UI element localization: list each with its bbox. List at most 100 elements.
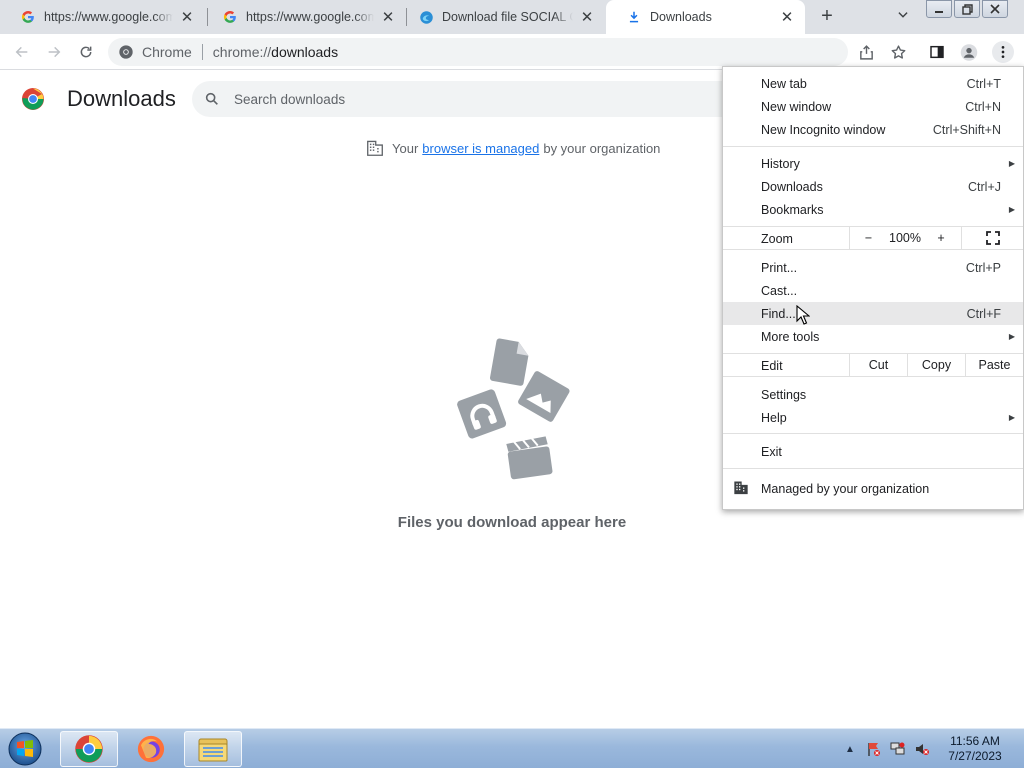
star-icon[interactable] <box>889 43 907 61</box>
menu-item-settings[interactable]: Settings <box>723 383 1023 406</box>
site-chip-label: Chrome <box>142 44 192 60</box>
close-icon[interactable]: ✕ <box>380 9 396 26</box>
menu-label: Settings <box>761 387 807 402</box>
tab-downloads[interactable]: Downloads ✕ <box>606 0 805 34</box>
menu-separator <box>723 146 1023 147</box>
zoom-in-button[interactable]: + <box>923 227 959 249</box>
google-icon <box>20 9 36 25</box>
window-controls <box>926 0 1010 18</box>
taskbar-chrome[interactable] <box>60 731 118 767</box>
arrow-right-icon <box>48 46 61 58</box>
arrow-left-icon <box>15 46 28 58</box>
submenu-arrow-icon: ▶ <box>1008 413 1015 422</box>
menu-label: Managed by your organization <box>761 481 930 496</box>
url-scheme: chrome:// <box>212 44 272 60</box>
share-icon[interactable] <box>857 43 875 61</box>
reload-icon <box>80 46 92 58</box>
kebab-menu-icon <box>1001 46 1005 58</box>
menu-item-find[interactable]: Find... Ctrl+F <box>723 302 1023 325</box>
menu-separator <box>723 468 1023 469</box>
menu-item-print[interactable]: Print... Ctrl+P <box>723 256 1023 279</box>
chrome-logo-icon <box>21 87 45 111</box>
chrome-main-menu: New tab Ctrl+T New window Ctrl+N New Inc… <box>722 66 1024 510</box>
close-icon[interactable]: ✕ <box>579 9 595 26</box>
menu-item-help[interactable]: Help ▶ <box>723 406 1023 429</box>
menu-label: Cast... <box>761 283 798 298</box>
back-button[interactable] <box>11 41 33 63</box>
new-tab-button[interactable]: + <box>816 5 838 27</box>
menu-separator <box>723 433 1023 434</box>
menu-item-bookmarks[interactable]: Bookmarks ▶ <box>723 198 1023 221</box>
copy-button[interactable]: Copy <box>907 354 965 376</box>
menu-shortcut: Ctrl+J <box>968 179 1001 194</box>
tab-google-1[interactable]: https://www.google.com/ ✕ <box>0 0 205 34</box>
empty-state-text: Files you download appear here <box>397 514 627 531</box>
menu-label: New Incognito window <box>761 122 886 137</box>
menu-item-history[interactable]: History ▶ <box>723 152 1023 175</box>
menu-item-new-incognito-window[interactable]: New Incognito window Ctrl+Shift+N <box>723 118 1023 141</box>
restore-button[interactable] <box>954 0 980 18</box>
url-text: chrome://downloads <box>213 44 338 60</box>
search-input[interactable] <box>234 91 714 107</box>
menu-label: History <box>761 156 800 171</box>
network-icon[interactable] <box>888 739 908 759</box>
taskbar-file-explorer[interactable] <box>184 731 242 767</box>
tab-download-file[interactable]: Download file SOCIAL CR ✕ <box>398 0 605 34</box>
address-bar[interactable]: Chrome chrome://downloads <box>108 38 848 66</box>
fullscreen-icon <box>985 231 1000 245</box>
close-window-button[interactable] <box>982 0 1008 18</box>
side-panel-icon[interactable] <box>928 43 946 61</box>
minimize-button[interactable] <box>926 0 952 18</box>
taskbar-clock[interactable]: 11:56 AM 7/27/2023 <box>940 734 1010 764</box>
download-icon <box>626 9 642 25</box>
zoom-out-button[interactable]: − <box>849 227 887 249</box>
browser-toolbar: Chrome chrome://downloads <box>0 34 1024 70</box>
cut-button[interactable]: Cut <box>849 354 907 376</box>
menu-item-new-window[interactable]: New window Ctrl+N <box>723 95 1023 118</box>
menu-shortcut: Ctrl+N <box>965 99 1001 114</box>
menu-shortcut: Ctrl+T <box>966 76 1001 91</box>
menu-row-zoom: Zoom − 100% + <box>723 226 1023 250</box>
search-downloads-field[interactable] <box>192 81 752 117</box>
chevron-down-icon[interactable] <box>896 8 914 26</box>
show-hidden-icons-button[interactable]: ▲ <box>840 739 860 759</box>
menu-label: Bookmarks <box>761 202 824 217</box>
mouse-cursor-icon <box>796 304 811 328</box>
managed-prefix: Your <box>392 140 419 156</box>
close-icon[interactable]: ✕ <box>779 9 795 26</box>
system-tray: ▲ <box>840 731 936 767</box>
tab-strip: https://www.google.com/ ✕ https://www.go… <box>0 0 1024 34</box>
menu-item-managed[interactable]: Managed by your organization <box>723 477 1023 500</box>
browser-managed-link[interactable]: browser is managed <box>422 141 539 156</box>
menu-item-new-tab[interactable]: New tab Ctrl+T <box>723 72 1023 95</box>
start-button[interactable] <box>4 731 46 767</box>
menu-shortcut: Ctrl+P <box>965 260 1001 275</box>
managed-suffix: by your organization <box>543 140 661 156</box>
windows-logo-icon <box>8 732 42 766</box>
paste-button[interactable]: Paste <box>965 354 1023 376</box>
menu-label: Downloads <box>761 179 823 194</box>
reload-button[interactable] <box>75 41 97 63</box>
more-menu-button[interactable] <box>992 41 1014 63</box>
forward-button[interactable] <box>43 41 65 63</box>
menu-shortcut: Ctrl+F <box>966 306 1001 321</box>
taskbar-firefox[interactable] <box>122 731 180 767</box>
site-chip[interactable]: Chrome <box>118 44 192 60</box>
menu-item-cast[interactable]: Cast... <box>723 279 1023 302</box>
fullscreen-button[interactable] <box>961 227 1023 249</box>
volume-muted-icon[interactable] <box>912 739 932 759</box>
tab-google-2[interactable]: https://www.google.com/ ✕ <box>202 0 406 34</box>
menu-label: Find... <box>761 306 796 321</box>
menu-item-downloads[interactable]: Downloads Ctrl+J <box>723 175 1023 198</box>
profile-avatar-icon[interactable] <box>960 43 978 61</box>
action-center-icon[interactable] <box>864 739 884 759</box>
edge-icon <box>418 9 434 25</box>
tab-title: Download file SOCIAL CR <box>442 10 573 24</box>
close-icon[interactable]: ✕ <box>179 9 195 26</box>
building-icon <box>733 480 749 498</box>
menu-label: Print... <box>761 260 798 275</box>
menu-item-more-tools[interactable]: More tools ▶ <box>723 325 1023 348</box>
google-icon <box>222 9 238 25</box>
edit-label: Edit <box>761 359 783 373</box>
menu-item-exit[interactable]: Exit <box>723 440 1023 463</box>
